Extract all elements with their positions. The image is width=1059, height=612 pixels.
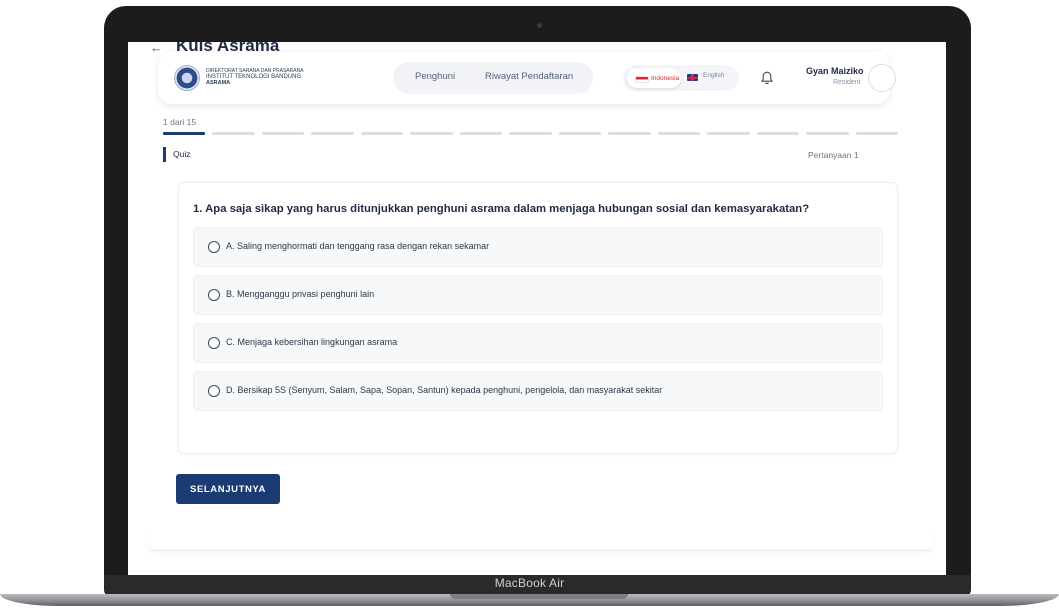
radio-button[interactable]: [208, 337, 220, 349]
progress-segment: [311, 132, 354, 135]
language-label-indonesia: Indonesia: [651, 75, 680, 82]
question-card: 1. Apa saja sikap yang harus ditunjukkan…: [178, 182, 898, 454]
progress-segment: [509, 132, 552, 135]
answer-option-a[interactable]: A. Saling menghormati dan tenggang rasa …: [193, 227, 883, 267]
org-line-3: ASRAMA: [206, 80, 231, 86]
org-name: DIREKTORAT SARANA DAN PRASARANA INSTITUT…: [206, 68, 304, 86]
back-arrow-icon[interactable]: ←: [150, 42, 163, 55]
radio-button[interactable]: [208, 241, 220, 253]
user-role: Resident: [833, 79, 861, 86]
content-card-edge: [148, 530, 933, 551]
option-label: C. Menjaga kebersihan lingkungan asrama: [226, 337, 398, 347]
progress-segment: [756, 132, 800, 135]
answer-option-b[interactable]: B. Mengganggu privasi penghuni lain: [193, 275, 883, 315]
progress-segment: [261, 132, 305, 135]
answer-option-c[interactable]: C. Menjaga kebersihan lingkungan asrama: [193, 323, 883, 363]
progress-segment: [212, 132, 255, 135]
notification-bell-icon[interactable]: [759, 70, 775, 86]
language-option-english[interactable]: English: [703, 72, 724, 79]
main-nav: Penghuni Riwayat Pendaftaran: [393, 62, 593, 94]
question-text: 1. Apa saja sikap yang harus ditunjukkan…: [193, 203, 810, 215]
progress-segment: [163, 132, 206, 135]
itb-logo[interactable]: [174, 65, 200, 91]
progress-segment: [806, 132, 849, 135]
device-brand-label: MacBook Air: [494, 576, 565, 590]
nav-item-penghuni[interactable]: Penghuni: [415, 71, 455, 82]
language-option-indonesia[interactable]: Indonesia: [627, 68, 681, 88]
option-label: A. Saling menghormati dan tenggang rasa …: [226, 241, 490, 251]
progress-label: 1 dari 15: [163, 117, 197, 127]
laptop-screen: ← Kuis Asrama DIREKTORAT SARANA DAN PRAS…: [128, 42, 946, 575]
uk-flag-icon: [687, 74, 698, 81]
progress-segment: [459, 132, 503, 135]
indonesia-flag-icon: [635, 76, 649, 83]
progress-segment: [558, 132, 602, 135]
progress-segment: [360, 132, 404, 135]
option-label: B. Mengganggu privasi penghuni lain: [226, 289, 375, 299]
question-counter: Pertanyaan 1: [808, 150, 859, 160]
avatar[interactable]: [868, 64, 896, 92]
progress-segment: [608, 132, 651, 135]
section-tag: Quiz: [163, 147, 190, 162]
radio-button[interactable]: [208, 289, 220, 301]
option-label: D. Bersikap 5S (Senyum, Salam, Sapa, Sop…: [226, 385, 663, 395]
progress-segment: [410, 132, 453, 135]
answer-option-d[interactable]: D. Bersikap 5S (Senyum, Salam, Sapa, Sop…: [193, 371, 883, 411]
quiz-progress-bar: [163, 132, 899, 135]
nav-item-riwayat-pendaftaran[interactable]: Riwayat Pendaftaran: [485, 71, 573, 82]
progress-segment: [657, 132, 701, 135]
language-switcher: Indonesia English: [623, 65, 739, 91]
next-button[interactable]: SELANJUTNYA: [176, 474, 280, 504]
progress-segment: [707, 132, 750, 135]
laptop-notch: [450, 594, 628, 599]
radio-button[interactable]: [208, 385, 220, 397]
progress-segment: [855, 132, 899, 135]
user-name: Gyan Maiziko: [806, 66, 864, 76]
top-navbar: DIREKTORAT SARANA DAN PRASARANA INSTITUT…: [158, 52, 896, 104]
camera-icon: [537, 23, 542, 28]
